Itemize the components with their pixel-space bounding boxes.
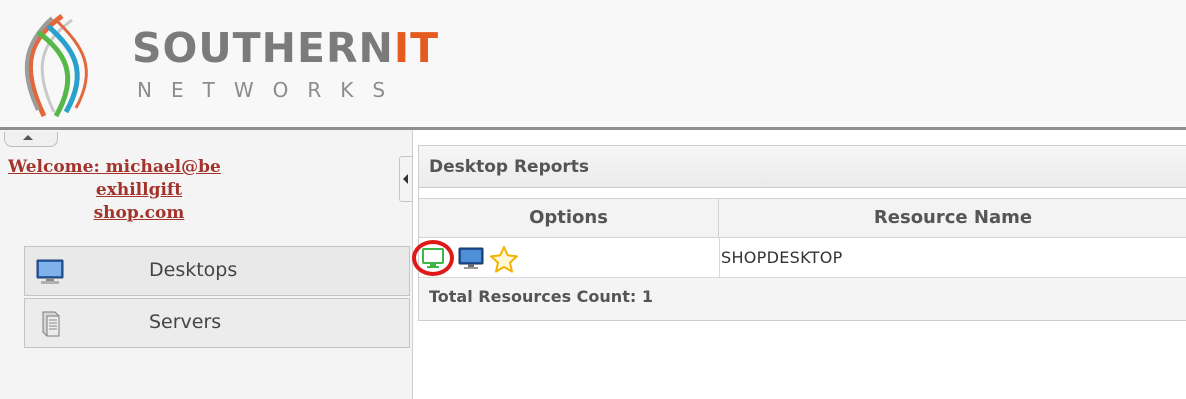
welcome-line-1: Welcome: michael@be [8, 157, 221, 177]
sidebar-item-label: Servers [149, 311, 222, 333]
sidebar-item-label: Desktops [149, 259, 238, 281]
resource-name-cell: SHOPDESKTOP [721, 248, 843, 267]
panel-title-bar: Desktop Reports [419, 146, 1186, 188]
column-divider [719, 238, 720, 278]
sidebar-item-servers[interactable]: Servers [24, 298, 410, 348]
desktop-reports-panel: Desktop Reports Options Resource Name SH… [418, 145, 1186, 321]
welcome-line-2: exhillgift [95, 180, 183, 200]
monitor-icon [36, 259, 64, 284]
collapse-header-toggle[interactable] [4, 132, 58, 147]
column-header-resource-name[interactable]: Resource Name [719, 198, 1186, 238]
panel-title: Desktop Reports [429, 157, 590, 177]
table-footer: Total Resources Count: 1 [419, 278, 1186, 320]
collapse-sidebar-handle[interactable] [399, 156, 413, 202]
favorite-star-icon[interactable] [489, 245, 519, 273]
total-resources-count: Total Resources Count: 1 [429, 287, 653, 306]
app-header: SOUTHERNIT NETWORKS [0, 0, 1186, 128]
brand-name: SOUTHERNIT [132, 24, 440, 72]
brand-logo-icon [24, 13, 88, 118]
remote-monitor-icon[interactable] [457, 246, 487, 270]
server-icon [42, 311, 60, 337]
highlight-circle [412, 240, 454, 276]
brand-accent: IT [393, 24, 440, 72]
column-header-options[interactable]: Options [419, 198, 719, 238]
table-row: SHOPDESKTOP [419, 238, 1186, 278]
welcome-line-3: shop.com [93, 203, 185, 223]
brand-subtitle: NETWORKS [137, 78, 405, 102]
welcome-user-link[interactable]: Welcome: michael@be exhillgift shop.com [8, 156, 270, 225]
sidebar-item-desktops[interactable]: Desktops [24, 246, 410, 296]
